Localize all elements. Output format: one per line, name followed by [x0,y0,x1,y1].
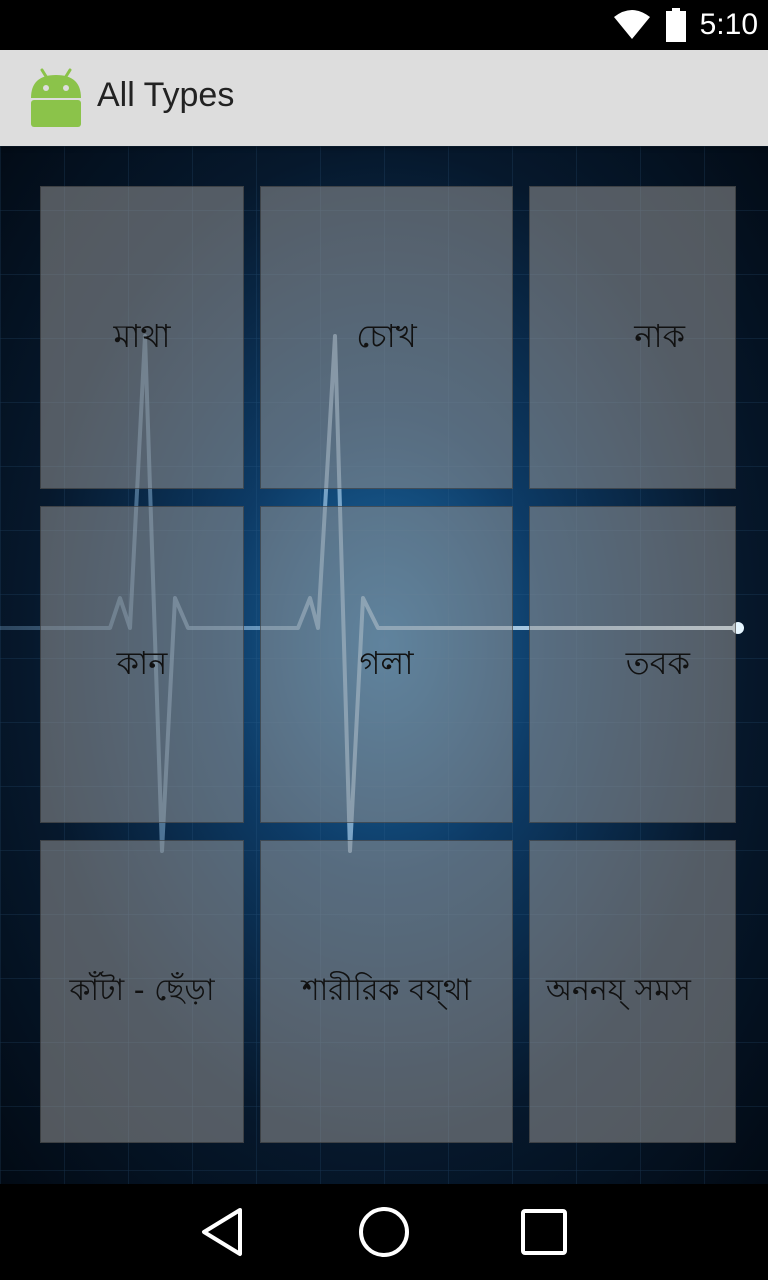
app-title: All Types [97,76,235,114]
tile-label: মাথা [113,316,171,355]
status-time: 5:10 [699,8,758,41]
tile-other[interactable]: অননয্ সমস [529,840,736,1143]
tile-cuts[interactable]: কাঁটা - ছেঁড়া [40,840,244,1143]
status-bar: 5:10 [0,0,768,50]
tile-label: কান [116,643,168,682]
tile-ear[interactable]: কান [40,506,244,823]
recents-icon[interactable] [514,1202,574,1262]
wifi-icon [613,10,650,39]
tile-label: চোখ [356,316,417,355]
tile-label: নাক [634,316,685,355]
tile-label: শারীরিক বয্থা [301,973,472,1008]
tile-label: অননয্ সমস [546,973,691,1008]
tile-head[interactable]: মাথা [40,186,244,489]
battery-icon [665,8,686,42]
tile-skin[interactable]: তবক [529,506,736,823]
home-icon[interactable] [354,1202,414,1262]
tile-label: তবক [625,643,690,682]
tile-throat[interactable]: গলা [260,506,513,823]
back-icon[interactable] [192,1202,252,1262]
navigation-bar [0,1184,768,1280]
tile-nose[interactable]: নাক [529,186,736,489]
tile-label: কাঁটা - ছেঁড়া [69,973,215,1008]
app-bar: All Types [0,50,768,146]
tile-body-pain[interactable]: শারীরিক বয্থা [260,840,513,1143]
android-logo-icon [31,68,81,127]
tile-eye[interactable]: চোখ [260,186,513,489]
tile-label: গলা [359,643,414,682]
content-area: মাথা চোখ নাক কান গলা তবক কাঁটা - ছেঁড়া … [0,146,768,1184]
